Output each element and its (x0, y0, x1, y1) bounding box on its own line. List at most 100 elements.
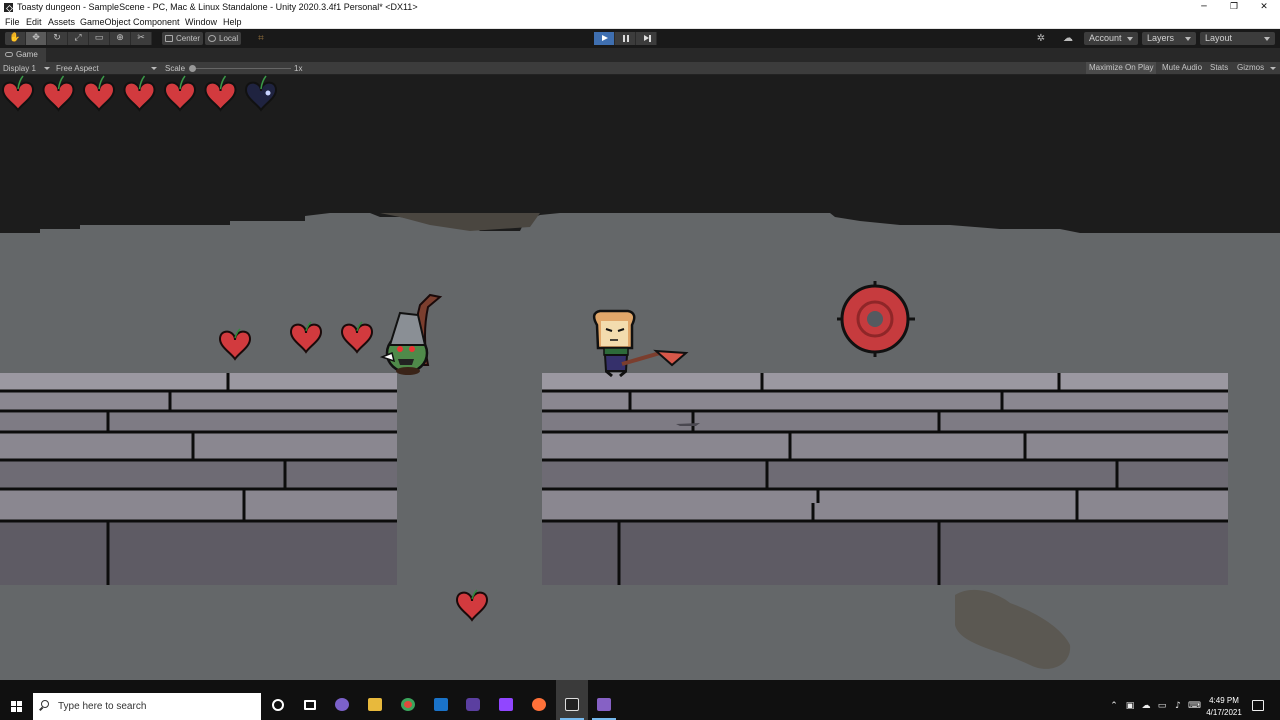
layout-dropdown[interactable]: Layout (1200, 32, 1275, 45)
teams-icon (335, 698, 349, 711)
play-icon (602, 35, 608, 41)
chevron-down-icon (1264, 37, 1270, 41)
scale-value: 1x (294, 64, 303, 73)
display-dropdown[interactable]: Display 1 (3, 63, 36, 74)
taskbar-app-twitch[interactable] (490, 680, 522, 720)
left-brick-wall (0, 373, 397, 585)
pause-button[interactable] (615, 32, 636, 45)
unity-icon (4, 3, 13, 12)
window-title: Toasty dungeon - SampleScene - PC, Mac &… (17, 2, 418, 12)
scale-slider-handle[interactable] (189, 65, 196, 72)
tab-game-label: Game (16, 50, 38, 59)
restore-button[interactable]: ❐ (1218, 0, 1250, 15)
play-button[interactable] (594, 32, 615, 45)
rect-tool-icon[interactable]: ▭ (89, 32, 110, 45)
transform-tool-icon[interactable]: ⊕ (110, 32, 131, 45)
folder-icon (368, 698, 382, 711)
taskbar-clock[interactable]: 4:49 PM 4/17/2021 (1196, 695, 1252, 719)
tray-app-icon[interactable]: ▣ (1124, 701, 1136, 711)
right-brick-wall (542, 373, 1228, 585)
search-placeholder: Type here to search (58, 701, 147, 712)
game-view-toolbar: Display 1 Free Aspect Scale 1x Maximize … (0, 62, 1280, 75)
volume-icon[interactable]: ♪ (1172, 701, 1184, 711)
menu-gameobject[interactable]: GameObject (80, 17, 131, 27)
pivot-local-button[interactable]: Local (205, 32, 242, 45)
unity-icon (565, 698, 579, 711)
clock-time: 4:49 PM (1209, 696, 1239, 705)
network-icon[interactable]: ▭ (1156, 701, 1168, 711)
game-tab-bar: Game (0, 48, 1280, 62)
cortana-button[interactable] (262, 680, 294, 720)
game-controller-icon (5, 52, 13, 57)
chrome-icon (401, 698, 415, 711)
cloud-icon[interactable]: ☁ (1058, 32, 1078, 45)
play-controls (594, 32, 657, 45)
windows-logo-icon (11, 701, 16, 706)
pause-icon (623, 35, 625, 42)
game-viewport[interactable] (0, 75, 1280, 680)
twitch-icon (499, 698, 513, 711)
task-view-icon (304, 700, 316, 710)
menu-file[interactable]: File (5, 17, 20, 27)
mute-audio-toggle[interactable]: Mute Audio (1159, 62, 1205, 74)
account-dropdown[interactable]: Account (1084, 32, 1138, 45)
window-title-bar: Toasty dungeon - SampleScene - PC, Mac &… (0, 0, 1280, 15)
task-view-button[interactable] (294, 680, 326, 720)
search-icon (41, 700, 49, 708)
collab-icon[interactable]: ✲ (1031, 32, 1051, 45)
menu-help[interactable]: Help (223, 17, 242, 27)
local-label: Local (219, 34, 239, 43)
onedrive-icon[interactable]: ☁ (1140, 701, 1152, 711)
visual-studio-icon (597, 698, 611, 711)
account-label: Account (1089, 33, 1122, 43)
taskbar-app-teams[interactable] (326, 680, 358, 720)
notifications-icon[interactable] (1252, 700, 1264, 711)
chevron-up-icon[interactable]: ⌃ (1108, 701, 1120, 711)
game-scene (0, 75, 1280, 680)
grid-snap-icon[interactable]: ⌗ (251, 32, 271, 45)
menu-assets[interactable]: Assets (48, 17, 75, 27)
menu-edit[interactable]: Edit (26, 17, 42, 27)
layout-label: Layout (1205, 33, 1233, 43)
pivot-icon (165, 35, 173, 42)
pivot-center-button[interactable]: Center (162, 32, 204, 45)
taskbar-app-chrome[interactable] (392, 680, 424, 720)
move-tool-icon[interactable]: ✥ (26, 32, 47, 45)
chevron-down-icon (1127, 37, 1133, 41)
aspect-dropdown[interactable]: Free Aspect (56, 63, 99, 74)
taskbar-app-outlook[interactable] (425, 680, 457, 720)
scale-slider-track[interactable] (191, 68, 291, 69)
taskbar-app-unity[interactable] (556, 680, 588, 720)
menu-component[interactable]: Component (133, 17, 180, 27)
app-icon (466, 698, 480, 711)
scale-label: Scale (165, 64, 186, 73)
stats-toggle[interactable]: Stats (1207, 62, 1231, 74)
chevron-down-icon (151, 67, 157, 70)
main-toolbar: ✋ ✥ ↻ ⤢ ▭ ⊕ ✂ Center Local ⌗ ✲ ☁ Account… (0, 29, 1280, 48)
rotate-tool-icon[interactable]: ↻ (47, 32, 68, 45)
scale-tool-icon[interactable]: ⤢ (68, 32, 89, 45)
hand-tool-icon[interactable]: ✋ (5, 32, 26, 45)
maximize-on-play-toggle[interactable]: Maximize On Play (1086, 62, 1157, 74)
custom-tool-icon[interactable]: ✂ (131, 32, 152, 45)
close-button[interactable]: ✕ (1248, 0, 1280, 15)
step-button[interactable] (636, 32, 657, 45)
start-button[interactable] (0, 680, 32, 720)
tab-game[interactable]: Game (0, 48, 46, 62)
taskbar-app-explorer[interactable] (359, 680, 391, 720)
menu-window[interactable]: Window (185, 17, 217, 27)
taskbar-search-box[interactable]: Type here to search (33, 693, 261, 720)
menu-bar: File Edit Assets GameObject Component Wi… (0, 15, 1280, 29)
local-icon (208, 35, 216, 42)
taskbar-app-visual-studio[interactable] (588, 680, 620, 720)
chevron-down-icon (1270, 67, 1276, 70)
cortana-icon (272, 699, 284, 711)
clock-date: 4/17/2021 (1206, 708, 1242, 717)
taskbar-app-obs[interactable] (457, 680, 489, 720)
minimize-button[interactable]: ─ (1188, 0, 1220, 15)
taskbar-app-firefox[interactable] (523, 680, 555, 720)
layers-dropdown[interactable]: Layers (1142, 32, 1196, 45)
gizmos-dropdown[interactable]: Gizmos (1234, 62, 1267, 74)
pivot-label: Center (176, 34, 201, 43)
transform-tools: ✋ ✥ ↻ ⤢ ▭ ⊕ ✂ (5, 32, 152, 45)
